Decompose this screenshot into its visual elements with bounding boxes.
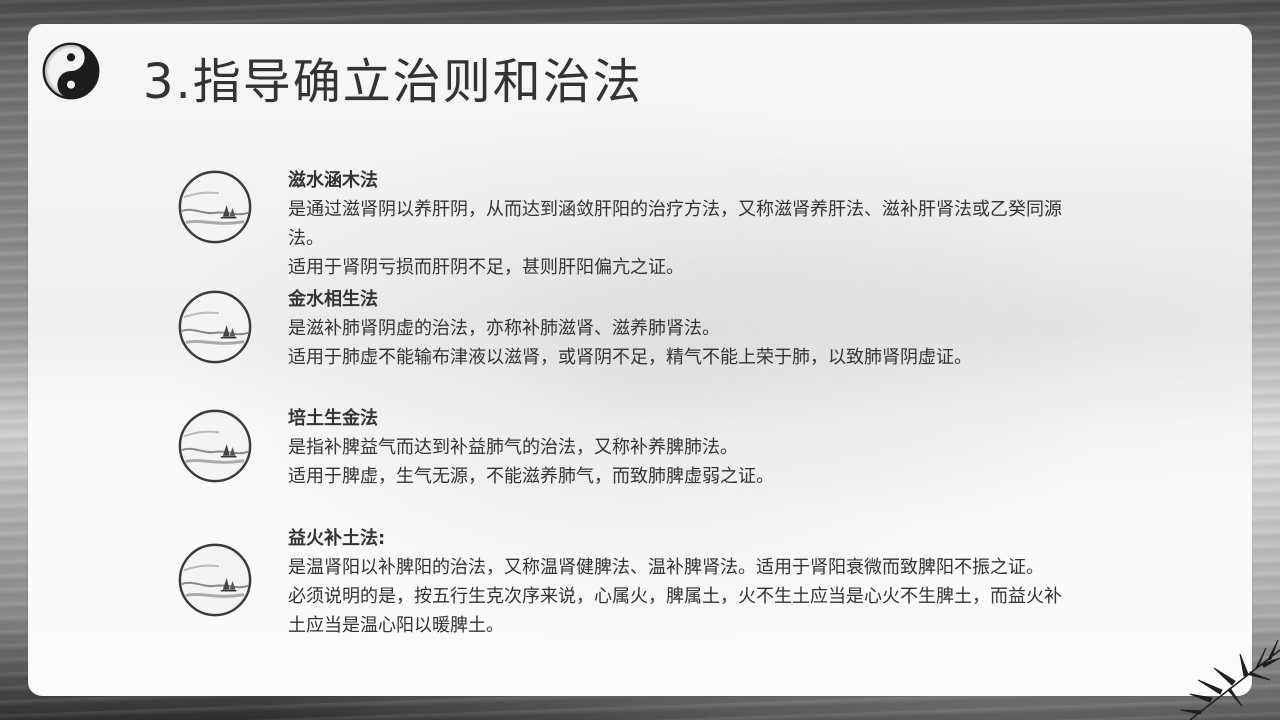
ink-landscape-medallion-icon	[178, 170, 252, 244]
bamboo-ink-icon	[1179, 639, 1280, 720]
ink-landscape-medallion-icon	[178, 290, 252, 364]
section-peiTuShengJin: 培土生金法 是指补脾益气而达到补益肺气的治法，又称补养脾肺法。 适用于脾虚，生气…	[288, 404, 1108, 491]
section-text-line: 是指补脾益气而达到补益肺气的治法，又称补养脾肺法。	[288, 437, 738, 458]
section-jinShuiXiangSheng: 金水相生法 是滋补肺肾阴虚的治法，亦称补肺滋肾、滋养肺肾法。 适用于肺虚不能输布…	[288, 285, 1108, 372]
section-text-line: 是温肾阳以补脾阳的治法，又称温肾健脾法、温补脾肾法。适用于肾阳衰微而致脾阳不振之…	[288, 557, 1044, 578]
ink-landscape-medallion-icon	[178, 543, 252, 617]
section-heading: 滋水涵木法	[288, 170, 378, 191]
section-heading: 金水相生法	[288, 289, 378, 310]
yin-yang-icon	[42, 42, 100, 100]
section-text-line: 适用于肾阴亏损而肝阴不足，甚则肝阳偏亢之证。	[288, 257, 684, 278]
section-ziShuiHanMu: 滋水涵木法 是通过滋肾阴以养肝阴，从而达到涵敛肝阳的治疗方法，又称滋肾养肝法、滋…	[288, 166, 1108, 282]
section-yiHuoBuTu: 益火补土法: 是温肾阳以补脾阳的治法，又称温肾健脾法、温补脾肾法。适用于肾阳衰微…	[288, 524, 1108, 640]
section-text-line: 是滋补肺肾阴虚的治法，亦称补肺滋肾、滋养肺肾法。	[288, 318, 720, 339]
section-text-line: 必须说明的是，按五行生克次序来说，心属火，脾属土，火不生土应当是心火不生脾土，而…	[288, 586, 1062, 607]
section-heading: 培土生金法	[288, 408, 378, 429]
section-text-line: 适用于脾虚，生气无源，不能滋养肺气，而致肺脾虚弱之证。	[288, 466, 774, 487]
section-heading: 益火补土法:	[288, 528, 386, 549]
section-text-line: 土应当是温心阳以暖脾土。	[288, 615, 504, 636]
section-text-line: 法。	[288, 228, 324, 249]
section-text-line: 是通过滋肾阴以养肝阴，从而达到涵敛肝阳的治疗方法，又称滋肾养肝法、滋补肝肾法或乙…	[288, 199, 1062, 220]
section-text-line: 适用于肺虚不能输布津液以滋肾，或肾阴不足，精气不能上荣于肺，以致肺肾阴虚证。	[288, 347, 972, 368]
ink-landscape-medallion-icon	[178, 409, 252, 483]
page-title: 3.指导确立治则和治法	[143, 54, 643, 110]
